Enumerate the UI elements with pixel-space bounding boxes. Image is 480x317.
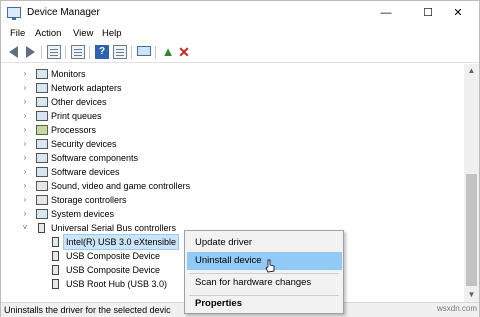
tree-item-network-adapters[interactable]: › Network adapters xyxy=(1,81,461,95)
context-menu-update-driver[interactable]: Update driver xyxy=(187,234,342,252)
vertical-scrollbar[interactable]: ▲ ▼ xyxy=(464,64,479,302)
expand-chevron-icon[interactable]: › xyxy=(21,137,29,151)
expand-chevron-icon[interactable]: › xyxy=(21,165,29,179)
properties-sheet-icon[interactable] xyxy=(71,45,85,59)
scroll-up-arrow-icon[interactable]: ▲ xyxy=(464,64,479,78)
tree-item-label: Monitors xyxy=(51,69,86,79)
close-button[interactable]: ✕ xyxy=(437,1,479,25)
tree-item-sound-video-game[interactable]: › Sound, video and game controllers xyxy=(1,179,461,193)
scrollbar-thumb[interactable] xyxy=(466,174,477,286)
usb-device-icon xyxy=(52,251,59,261)
usb-device-icon xyxy=(52,237,59,247)
toolbar-separator xyxy=(41,46,42,59)
tree-item-label: Other devices xyxy=(51,97,107,107)
enable-device-icon[interactable]: ▲ xyxy=(161,45,175,59)
menu-action[interactable]: Action xyxy=(35,28,61,39)
tree-item-label: Software devices xyxy=(51,167,120,177)
processor-icon xyxy=(36,125,48,135)
minimize-button[interactable]: — xyxy=(365,1,407,25)
tree-item-label: USB Composite Device xyxy=(66,251,161,261)
uninstall-device-icon[interactable]: ✕ xyxy=(177,45,191,59)
tree-item-monitors[interactable]: › Monitors xyxy=(1,67,461,81)
help-icon[interactable]: ? xyxy=(95,45,109,59)
tree-item-security-devices[interactable]: › Security devices xyxy=(1,137,461,151)
menu-view[interactable]: View xyxy=(73,28,93,39)
collapse-chevron-icon[interactable]: ˅ xyxy=(21,221,29,235)
software-devices-icon xyxy=(36,167,48,177)
monitor-icon xyxy=(36,69,48,79)
tree-item-storage-controllers[interactable]: › Storage controllers xyxy=(1,193,461,207)
system-icon xyxy=(36,209,48,219)
tree-item-label: USB Root Hub (USB 3.0) xyxy=(66,279,168,289)
tree-item-label: Intel(R) USB 3.0 eXtensible xyxy=(62,234,180,250)
device-manager-app-icon xyxy=(7,7,21,20)
network-icon xyxy=(36,83,48,93)
expand-chevron-icon[interactable]: › xyxy=(21,67,29,81)
tree-item-label: Network adapters xyxy=(51,83,122,93)
scan-hardware-monitor-icon[interactable] xyxy=(137,46,151,56)
tree-item-software-devices[interactable]: › Software devices xyxy=(1,165,461,179)
forward-arrow-icon xyxy=(26,46,35,58)
back-button[interactable] xyxy=(7,45,21,59)
title-bar[interactable]: Device Manager — ☐ ✕ xyxy=(1,1,479,25)
security-icon xyxy=(36,139,48,149)
tree-item-label: Software components xyxy=(51,153,139,163)
expand-chevron-icon[interactable]: › xyxy=(21,193,29,207)
usb-icon xyxy=(38,223,45,233)
speaker-icon xyxy=(36,181,48,191)
context-menu-scan-hardware[interactable]: Scan for hardware changes xyxy=(187,274,342,292)
toolbar: ? ▲ ✕ xyxy=(1,43,479,63)
usb-device-icon xyxy=(52,265,59,275)
toolbar-separator xyxy=(89,46,90,59)
toolbar-separator xyxy=(65,46,66,59)
expand-chevron-icon[interactable]: › xyxy=(21,123,29,137)
usb-device-icon xyxy=(52,279,59,289)
expand-chevron-icon[interactable]: › xyxy=(21,109,29,123)
software-components-icon xyxy=(36,153,48,163)
toolbar-separator xyxy=(155,46,156,59)
back-arrow-icon xyxy=(9,46,18,58)
menu-file[interactable]: File xyxy=(10,28,25,39)
storage-icon xyxy=(36,195,48,205)
tree-item-system-devices[interactable]: › System devices xyxy=(1,207,461,221)
tree-item-label: Universal Serial Bus controllers xyxy=(51,223,177,233)
show-hide-console-tree-icon[interactable] xyxy=(47,45,61,59)
tree-item-processors[interactable]: › Processors xyxy=(1,123,461,137)
tree-item-label: USB Composite Device xyxy=(66,265,161,275)
printer-icon xyxy=(36,111,48,121)
other-devices-icon xyxy=(36,97,48,107)
tree-item-label: Processors xyxy=(51,125,97,135)
tree-item-software-components[interactable]: › Software components xyxy=(1,151,461,165)
tree-item-label: Sound, video and game controllers xyxy=(51,181,191,191)
view-options-icon[interactable] xyxy=(113,45,127,59)
tree-item-print-queues[interactable]: › Print queues xyxy=(1,109,461,123)
scroll-down-arrow-icon[interactable]: ▼ xyxy=(464,288,479,302)
context-menu: Update driver Uninstall device Scan for … xyxy=(184,230,344,314)
expand-chevron-icon[interactable]: › xyxy=(21,207,29,221)
menu-bar: File Action View Help xyxy=(1,25,479,43)
device-manager-window: Device Manager — ☐ ✕ File Action View He… xyxy=(0,0,480,317)
forward-button[interactable] xyxy=(23,45,37,59)
tree-item-other-devices[interactable]: › Other devices xyxy=(1,95,461,109)
expand-chevron-icon[interactable]: › xyxy=(21,179,29,193)
window-title: Device Manager xyxy=(27,7,100,18)
tree-item-label: System devices xyxy=(51,209,115,219)
context-menu-properties[interactable]: Properties xyxy=(187,295,342,313)
tree-item-label: Security devices xyxy=(51,139,117,149)
menu-help[interactable]: Help xyxy=(102,28,122,39)
status-text: Uninstalls the driver for the selected d… xyxy=(4,305,171,315)
expand-chevron-icon[interactable]: › xyxy=(21,151,29,165)
expand-chevron-icon[interactable]: › xyxy=(21,95,29,109)
hand-pointer-cursor-icon xyxy=(265,259,275,273)
tree-item-label: Storage controllers xyxy=(51,195,127,205)
toolbar-separator xyxy=(131,46,132,59)
watermark: wsxdn.com xyxy=(437,304,478,313)
tree-item-label: Print queues xyxy=(51,111,102,121)
expand-chevron-icon[interactable]: › xyxy=(21,81,29,95)
